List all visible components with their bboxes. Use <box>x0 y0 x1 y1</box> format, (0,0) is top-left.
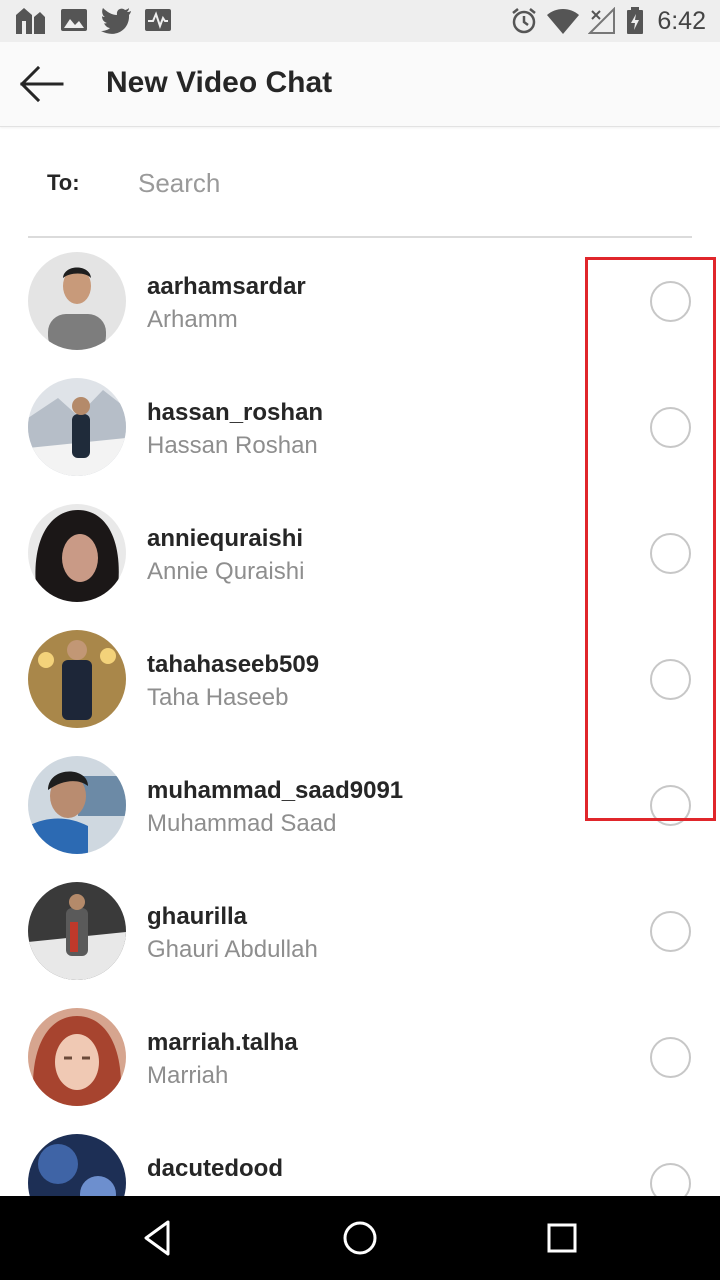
status-bar: 6:42 <box>0 0 720 42</box>
page-title: New Video Chat <box>106 66 333 99</box>
avatar <box>28 756 126 854</box>
search-input[interactable] <box>138 160 658 206</box>
nav-home-button[interactable] <box>338 1216 382 1260</box>
select-radio[interactable] <box>650 785 691 826</box>
contact-name: Ghauri Abdullah <box>147 936 318 963</box>
avatar <box>28 378 126 476</box>
home-app-icon <box>16 8 45 34</box>
nav-recents-button[interactable] <box>540 1216 584 1260</box>
system-nav-bar <box>0 1196 720 1280</box>
contact-row[interactable]: anniequraishi Annie Quraishi <box>0 492 720 618</box>
back-button[interactable] <box>14 60 68 108</box>
contact-name: Taha Haseeb <box>147 684 289 711</box>
contact-name: Muhammad Saad <box>147 810 337 837</box>
avatar <box>28 630 126 728</box>
contact-username: aarhamsardar <box>147 273 306 300</box>
contact-row[interactable]: aarhamsardar Arhamm <box>0 240 720 366</box>
contact-username: ghaurilla <box>147 903 248 930</box>
contact-username: dacutedood <box>147 1155 283 1182</box>
contact-row[interactable]: tahahaseeb509 Taha Haseeb <box>0 618 720 744</box>
contact-username: anniequraishi <box>147 525 304 552</box>
avatar <box>28 504 126 602</box>
status-time: 6:42 <box>657 7 706 35</box>
gallery-icon <box>61 9 87 31</box>
contact-username: tahahaseeb509 <box>147 651 320 678</box>
recents-square-icon <box>547 1223 577 1253</box>
contact-row[interactable]: muhammad_saad9091 Muhammad Saad <box>0 744 720 870</box>
avatar <box>28 1008 126 1106</box>
top-app-bar: New Video Chat <box>0 42 720 127</box>
alarm-icon <box>512 8 536 34</box>
contact-name: Annie Quraishi <box>147 558 305 585</box>
home-circle-icon <box>343 1221 377 1255</box>
contact-list: aarhamsardar Arhamm hassan_roshan Hassan… <box>0 240 720 1196</box>
contact-name: Arhamm <box>147 306 238 333</box>
contact-username: hassan_roshan <box>147 399 324 426</box>
select-radio[interactable] <box>650 407 691 448</box>
contact-name: Hassan Roshan <box>147 432 318 459</box>
select-radio[interactable] <box>650 911 691 952</box>
activity-icon <box>145 9 171 31</box>
nav-back-button[interactable] <box>136 1216 180 1260</box>
contact-row[interactable]: marriah.talha Marriah <box>0 996 720 1122</box>
contact-row[interactable]: dacutedood <box>0 1122 720 1196</box>
to-label: To: <box>47 170 80 195</box>
avatar <box>28 1134 126 1196</box>
no-signal-icon <box>588 7 615 34</box>
wifi-icon <box>547 9 579 34</box>
battery-charging-icon <box>627 7 643 34</box>
contact-row[interactable]: hassan_roshan Hassan Roshan <box>0 366 720 492</box>
back-triangle-icon <box>144 1220 170 1256</box>
select-radio[interactable] <box>650 281 691 322</box>
contact-username: muhammad_saad9091 <box>147 777 404 804</box>
avatar <box>28 882 126 980</box>
arrow-left-icon <box>19 65 64 103</box>
select-radio[interactable] <box>650 1163 691 1196</box>
avatar <box>28 252 126 350</box>
select-radio[interactable] <box>650 1037 691 1078</box>
contact-name: Marriah <box>147 1062 229 1089</box>
contact-row[interactable]: ghaurilla Ghauri Abdullah <box>0 870 720 996</box>
select-radio[interactable] <box>650 659 691 700</box>
twitter-icon <box>101 8 131 34</box>
select-radio[interactable] <box>650 533 691 574</box>
search-divider <box>28 236 692 238</box>
contact-username: marriah.talha <box>147 1029 298 1056</box>
